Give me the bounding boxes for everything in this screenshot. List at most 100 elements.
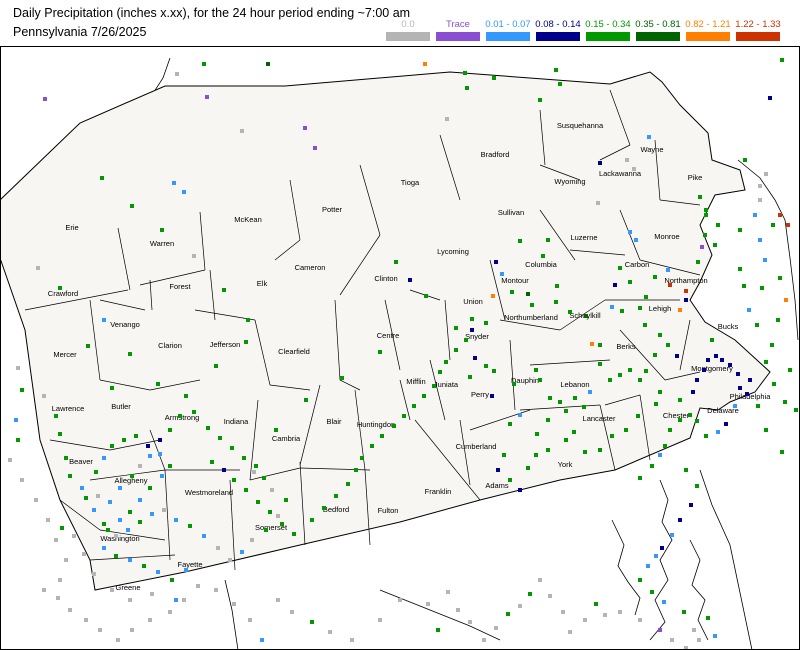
station-marker	[598, 343, 602, 347]
station-marker	[114, 534, 118, 538]
county-label: Blair	[326, 417, 342, 426]
station-marker	[644, 295, 648, 299]
station-marker	[724, 422, 728, 426]
station-marker	[178, 414, 182, 418]
station-marker	[758, 198, 762, 202]
station-marker	[538, 578, 542, 582]
legend-label: 0.15 - 0.34	[585, 19, 631, 30]
station-marker	[758, 238, 762, 242]
county-label: Montgomery	[691, 364, 733, 373]
county-label: Lebanon	[560, 380, 589, 389]
legend-swatch	[386, 32, 430, 41]
station-marker	[684, 468, 688, 472]
county-label: Sullivan	[498, 208, 524, 217]
legend-label: 0.08 - 0.14	[535, 19, 581, 30]
station-marker	[150, 512, 154, 516]
station-marker	[688, 413, 692, 417]
station-marker	[558, 400, 562, 404]
station-marker	[20, 478, 24, 482]
station-marker	[784, 298, 788, 302]
station-marker	[216, 546, 220, 550]
legend-item: 0.0	[384, 19, 432, 44]
station-marker	[248, 618, 252, 622]
county-label: Columbia	[525, 260, 558, 269]
station-marker	[328, 630, 332, 634]
station-marker	[102, 546, 106, 550]
county-label: Mercer	[53, 350, 77, 359]
station-marker	[408, 278, 412, 282]
station-marker	[158, 452, 162, 456]
station-marker	[432, 384, 436, 388]
station-marker	[58, 432, 62, 436]
station-marker	[346, 482, 350, 486]
station-marker	[122, 438, 126, 442]
legend-item: 0.08 - 0.14	[534, 19, 582, 44]
station-marker	[134, 434, 138, 438]
station-marker	[110, 588, 114, 592]
station-marker	[128, 352, 132, 356]
legend-label: 0.82 - 1.21	[685, 19, 731, 30]
station-marker	[468, 375, 472, 379]
station-marker	[555, 284, 559, 288]
legend-swatch	[436, 32, 480, 41]
station-marker	[684, 298, 688, 302]
station-marker	[126, 528, 130, 532]
station-marker	[666, 343, 670, 347]
station-marker	[510, 290, 514, 294]
station-marker	[110, 444, 114, 448]
station-marker	[313, 146, 317, 150]
station-marker	[564, 409, 568, 413]
legend-item: 0.82 - 1.21	[684, 19, 732, 44]
station-marker	[240, 550, 244, 554]
station-marker	[222, 288, 226, 292]
station-marker	[764, 428, 768, 432]
station-marker	[518, 604, 522, 608]
station-marker	[264, 528, 268, 532]
station-marker	[426, 602, 430, 606]
station-marker	[378, 618, 382, 622]
station-marker	[634, 238, 638, 242]
county-label: Adams	[485, 481, 509, 490]
station-marker	[755, 323, 759, 327]
station-marker	[700, 245, 704, 249]
station-marker	[304, 398, 308, 402]
precipitation-legend: 0.0 Trace 0.01 - 0.07 0.08 - 0.14 0.15 - 0.3…	[384, 19, 784, 44]
station-marker	[548, 396, 552, 400]
county-label: Berks	[616, 342, 635, 351]
station-marker	[668, 428, 672, 432]
station-marker	[512, 382, 516, 386]
station-marker	[270, 488, 274, 492]
station-marker	[668, 283, 672, 287]
county-label: Huntingdon	[357, 420, 395, 429]
station-marker	[663, 444, 667, 448]
station-marker	[572, 430, 576, 434]
legend-label: 0.35 - 0.81	[635, 19, 681, 30]
station-marker	[36, 266, 40, 270]
station-marker	[541, 254, 545, 258]
station-marker	[636, 414, 640, 418]
county-label: Northumberland	[504, 313, 558, 322]
county-label: Clinton	[374, 274, 397, 283]
station-marker	[378, 350, 382, 354]
station-marker	[92, 572, 96, 576]
station-marker	[350, 638, 354, 642]
county-label: Susquehanna	[557, 121, 604, 130]
station-marker	[742, 284, 746, 288]
county-label: Greene	[115, 583, 140, 592]
county-label: Luzerne	[570, 233, 597, 242]
station-marker	[423, 62, 427, 66]
station-marker	[230, 446, 234, 450]
station-marker	[214, 588, 218, 592]
station-marker	[548, 594, 552, 598]
station-marker	[666, 268, 670, 272]
station-marker	[644, 369, 648, 373]
station-marker	[558, 82, 562, 86]
station-marker	[84, 496, 88, 500]
station-marker	[584, 314, 588, 318]
legend-label: 0.0	[401, 19, 415, 30]
station-marker	[130, 204, 134, 208]
station-marker	[491, 294, 495, 298]
station-marker	[340, 376, 344, 380]
station-marker	[745, 392, 749, 396]
station-marker	[54, 414, 58, 418]
